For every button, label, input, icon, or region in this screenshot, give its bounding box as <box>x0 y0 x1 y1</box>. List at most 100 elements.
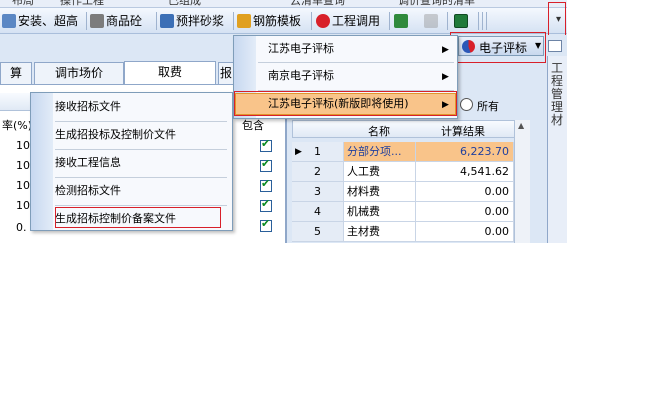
sidebar-label[interactable]: 工程管理材 <box>549 62 565 127</box>
eval-dropdown-highlight <box>450 32 546 63</box>
rate-cell: 10 <box>16 139 30 152</box>
install-label: 安装、超高 <box>18 14 79 28</box>
toolbar: 安装、超高 商品砼 预拌砂浆 钢筋模板 工程调用 ▾ <box>0 8 567 34</box>
mortar-button[interactable]: 预拌砂浆 <box>160 11 224 31</box>
tab-calc[interactable]: 算 <box>0 62 32 84</box>
name-cell: 人工费 <box>344 162 416 182</box>
overflow-highlight <box>548 2 566 38</box>
row-number: 4 <box>292 202 344 222</box>
translate-icon <box>424 14 438 28</box>
include-header: 包含 <box>242 119 264 132</box>
tab-bar: 算 调市场价 取费 报 <box>0 61 260 84</box>
right-table-header: 名称 计算结果 <box>292 120 530 138</box>
name-cell: 机械费 <box>344 202 416 222</box>
menu-divider <box>258 62 454 63</box>
wrench-icon <box>2 14 16 28</box>
separator <box>447 12 448 30</box>
mortar-label: 预拌砂浆 <box>176 14 225 28</box>
table-row[interactable]: 2 人工费 4,541.62 <box>292 162 516 182</box>
menu-item-layout[interactable]: 布局 <box>12 0 34 7</box>
table-row[interactable]: 5 主材费 0.00 <box>292 222 516 242</box>
separator <box>486 12 487 30</box>
table-row[interactable]: ▶ 1 分部分项... 6,223.70 <box>292 142 516 162</box>
name-cell: 材料费 <box>344 182 416 202</box>
project-call-button[interactable]: 工程调用 <box>316 11 380 31</box>
menu-item-nanjing-eval[interactable]: 南京电子评标 <box>268 64 334 88</box>
menu-divider <box>55 149 227 150</box>
include-checkbox[interactable] <box>260 137 272 152</box>
include-checkbox[interactable] <box>260 177 272 192</box>
menu-item-receive-info[interactable]: 接收工程信息 <box>55 151 121 175</box>
separator <box>233 12 234 30</box>
install-button[interactable]: 安装、超高 <box>2 11 78 31</box>
menu-item-generate-bid[interactable]: 生成招投标及控制价文件 <box>55 123 176 147</box>
vertical-scrollbar[interactable]: ▲ <box>514 120 530 243</box>
concrete-label: 商品砼 <box>106 14 143 28</box>
new-eval-highlight <box>234 91 457 116</box>
current-row-icon: ▶ <box>295 147 302 157</box>
menu-icon-strip <box>31 93 53 230</box>
menu-item-check-bid[interactable]: 检测招标文件 <box>55 179 121 203</box>
result-cell: 4,541.62 <box>416 162 514 182</box>
separator <box>482 12 483 30</box>
tab-market-price[interactable]: 调市场价 <box>34 62 124 84</box>
row-number: 1 <box>314 145 321 158</box>
concrete-button[interactable]: 商品砼 <box>90 11 142 31</box>
rate-cell: 10 <box>16 199 30 212</box>
filing-highlight <box>55 207 221 228</box>
menu-divider <box>55 205 227 206</box>
result-cell: 0.00 <box>416 202 514 222</box>
name-cell: 主材费 <box>344 222 416 242</box>
table-row[interactable]: 4 机械费 0.00 <box>292 202 516 222</box>
ruler-icon <box>237 14 251 28</box>
all-radio[interactable] <box>460 98 473 111</box>
grid-icon[interactable] <box>548 40 562 52</box>
menu-item-receive-bid[interactable]: 接收招标文件 <box>55 95 121 119</box>
table-row[interactable]: 3 材料费 0.00 <box>292 182 516 202</box>
project-icon <box>316 14 330 28</box>
tool-icon <box>394 14 408 28</box>
submenu-arrow-icon: ▶ <box>442 45 449 55</box>
tab-report[interactable]: 报 <box>218 62 234 84</box>
excel-button[interactable] <box>454 11 468 31</box>
result-cell: 0.00 <box>416 222 514 242</box>
result-cell: 0.00 <box>416 182 514 202</box>
submenu-arrow-icon: ▶ <box>442 72 449 82</box>
rate-cell: 10 <box>16 179 30 192</box>
separator <box>478 12 479 30</box>
separator <box>311 12 312 30</box>
include-checkbox[interactable] <box>260 217 272 232</box>
rate-header: 率(%) <box>2 119 33 132</box>
menu-divider <box>55 121 227 122</box>
separator <box>156 12 157 30</box>
row-number: 3 <box>292 182 344 202</box>
tab-fees[interactable]: 取费 <box>124 61 216 84</box>
document-icon <box>160 14 174 28</box>
menu-divider <box>55 177 227 178</box>
rate-cell: 0. <box>16 221 27 234</box>
tool-button[interactable] <box>394 11 408 31</box>
row-number: 5 <box>292 222 344 242</box>
menu-item-cloud[interactable]: 云清单查询 <box>290 0 345 7</box>
rebar-label: 钢筋模板 <box>253 14 302 28</box>
rebar-button[interactable]: 钢筋模板 <box>237 11 301 31</box>
rate-cell: 10 <box>16 159 30 172</box>
app-window: 布局 操作工程 已组成 云清单查询 调价查询的清单 安装、超高 商品砼 预拌砂浆… <box>0 0 567 243</box>
disabled-tool-button[interactable] <box>424 11 438 31</box>
menu-item-price[interactable]: 调价查询的清单 <box>398 0 475 7</box>
result-cell: 6,223.70 <box>416 142 514 162</box>
scroll-up-icon[interactable]: ▲ <box>518 121 524 130</box>
include-checkbox[interactable] <box>260 157 272 172</box>
excel-icon <box>454 14 468 28</box>
menubar: 布局 操作工程 已组成 云清单查询 调价查询的清单 <box>0 0 567 8</box>
separator <box>389 12 390 30</box>
row-number-cell: ▶ 1 <box>292 142 344 162</box>
name-cell: 分部分项... <box>344 142 416 162</box>
project-call-label: 工程调用 <box>332 14 381 28</box>
menu-item-operate[interactable]: 操作工程 <box>60 0 104 7</box>
row-number: 2 <box>292 162 344 182</box>
menu-item-built[interactable]: 已组成 <box>168 0 201 7</box>
all-radio-label: 所有 <box>477 100 499 113</box>
include-checkbox[interactable] <box>260 197 272 212</box>
menu-item-jiangsu-eval[interactable]: 江苏电子评标 <box>268 37 334 61</box>
